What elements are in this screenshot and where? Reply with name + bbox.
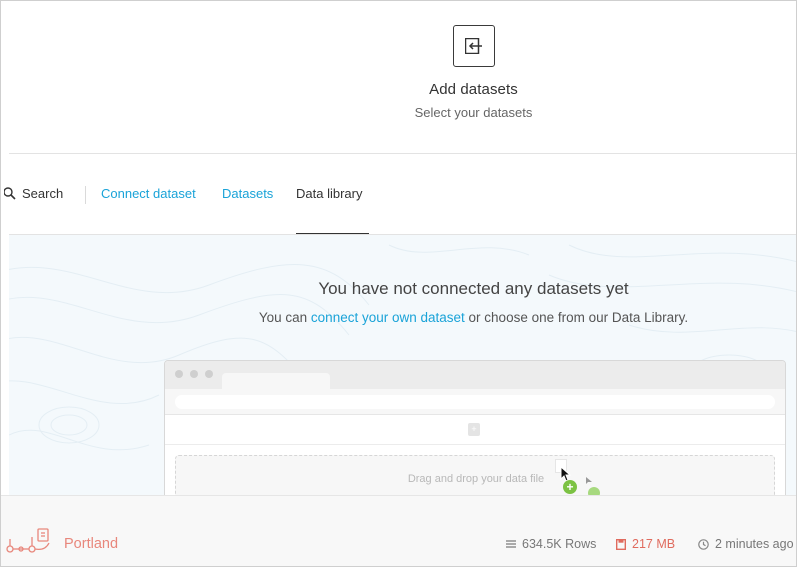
search-tab[interactable]: Search [4, 186, 63, 201]
tab-datasets[interactable]: Datasets [222, 186, 273, 201]
add-icon [588, 487, 600, 495]
dataset-name: Portland [64, 536, 119, 552]
import-icon [453, 25, 495, 67]
window: Add datasets Select your datasets Search… [0, 0, 797, 567]
save-icon [616, 538, 626, 550]
map-pin-icon [6, 528, 50, 553]
tab-data-library[interactable]: Data library [296, 186, 362, 201]
url-field [175, 395, 775, 409]
dropzone-text: Drag and drop your data file [407, 473, 545, 485]
tab-connect-dataset[interactable]: Connect dataset [101, 186, 196, 201]
browser-titlebar [165, 361, 785, 389]
add-icon: + [468, 423, 480, 436]
clock-icon [698, 538, 709, 550]
browser-toolbar: + [165, 415, 785, 445]
window-dot [175, 370, 183, 378]
rows-label: 634.5K Rows [522, 537, 597, 551]
add-icon: + [563, 480, 577, 494]
window-dot [190, 370, 198, 378]
page-subtitle: Select your datasets [414, 105, 533, 120]
dropzone: Drag and drop your data file + [175, 455, 775, 495]
cursor-icon [586, 477, 592, 484]
browser-tab [222, 373, 330, 389]
dataset-footer[interactable]: Portland 634.5K Rows 217 MB 2 minutes ag… [1, 495, 796, 566]
search-label: Search [22, 186, 64, 201]
page-title: Add datasets [429, 81, 518, 98]
window-dot [205, 370, 213, 378]
file-size: 217 MB [616, 537, 675, 551]
empty-state-panel: You have not connected any datasets yet … [9, 235, 796, 495]
browser-illustration: + Drag and drop your data file + [164, 360, 786, 495]
list-icon [506, 540, 516, 548]
modal-header: Add datasets Select your datasets [1, 1, 796, 154]
last-updated: 2 minutes ago [698, 537, 794, 551]
empty-state-text: You can connect your own dataset or choo… [9, 310, 796, 325]
text-prefix: You can [258, 310, 308, 325]
text-suffix: or choose one from our Data Library. [468, 310, 689, 325]
empty-state-heading: You have not connected any datasets yet [318, 279, 629, 298]
tab-separator [85, 186, 86, 204]
size-label: 217 MB [632, 537, 676, 551]
search-icon [4, 187, 16, 200]
connect-dataset-link[interactable]: connect your own dataset [311, 310, 465, 325]
tab-bar: Search Connect dataset Datasets Data lib… [1, 154, 796, 235]
time-label: 2 minutes ago [715, 537, 794, 551]
rows-count: 634.5K Rows [506, 537, 596, 551]
browser-address-bar [165, 389, 785, 415]
